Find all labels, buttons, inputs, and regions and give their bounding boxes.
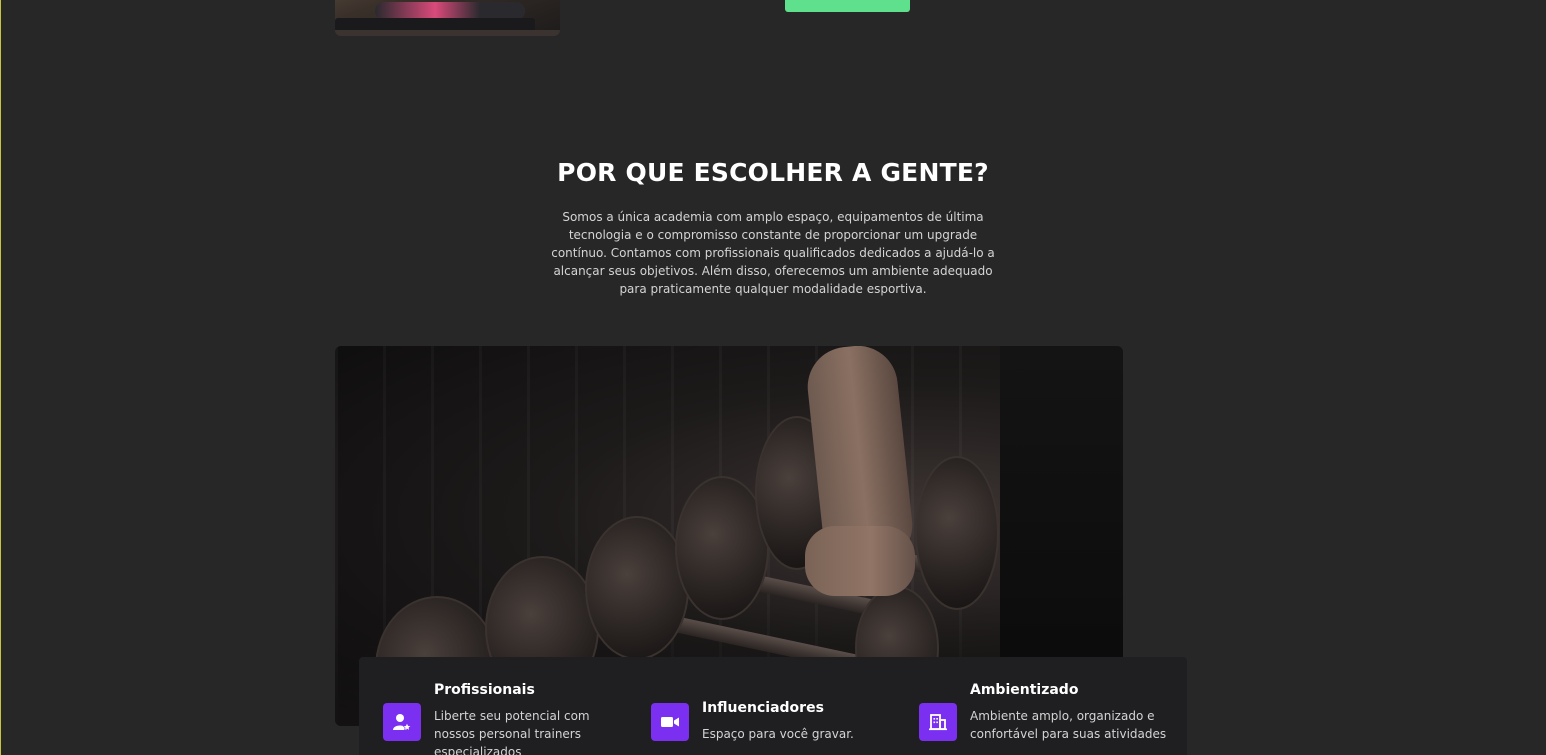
video-camera-icon-glyph [661, 717, 679, 727]
previous-section-image [335, 0, 560, 36]
video-camera-icon [651, 703, 689, 741]
section-description: Somos a única academia com amplo espaço,… [551, 210, 995, 296]
building-icon-glyph [929, 714, 947, 731]
feature-title: Influenciadores [702, 700, 824, 716]
hand [805, 526, 915, 596]
dumbbell-plate [915, 456, 999, 610]
trainer-star-icon-glyph [393, 714, 412, 732]
features-card: Profissionais Liberte seu potencial com … [359, 657, 1187, 755]
dumbbell-plate [585, 516, 689, 660]
feature-text: Espaço para você gravar. [702, 727, 854, 741]
cta-button[interactable] [785, 0, 910, 12]
feature-profissionais: Profissionais Liberte seu potencial com … [383, 657, 633, 755]
feature-text: Ambiente amplo, organizado e confortável… [970, 709, 1167, 741]
window-edge [0, 0, 1, 755]
feature-title: Ambientizado [970, 682, 1079, 698]
section-title: POR QUE ESCOLHER A GENTE? [557, 158, 989, 187]
building-icon [919, 703, 957, 741]
floor [335, 30, 560, 36]
trainer-star-icon [383, 703, 421, 741]
page: POR QUE ESCOLHER A GENTE? Somos a única … [0, 0, 1546, 755]
feature-text: Liberte seu potencial com nossos persona… [434, 709, 590, 755]
feature-title: Profissionais [434, 682, 535, 698]
feature-influenciadores: Influenciadores Espaço para você gravar. [651, 657, 901, 755]
feature-ambientizado: Ambientizado Ambiente amplo, organizado … [919, 657, 1169, 755]
